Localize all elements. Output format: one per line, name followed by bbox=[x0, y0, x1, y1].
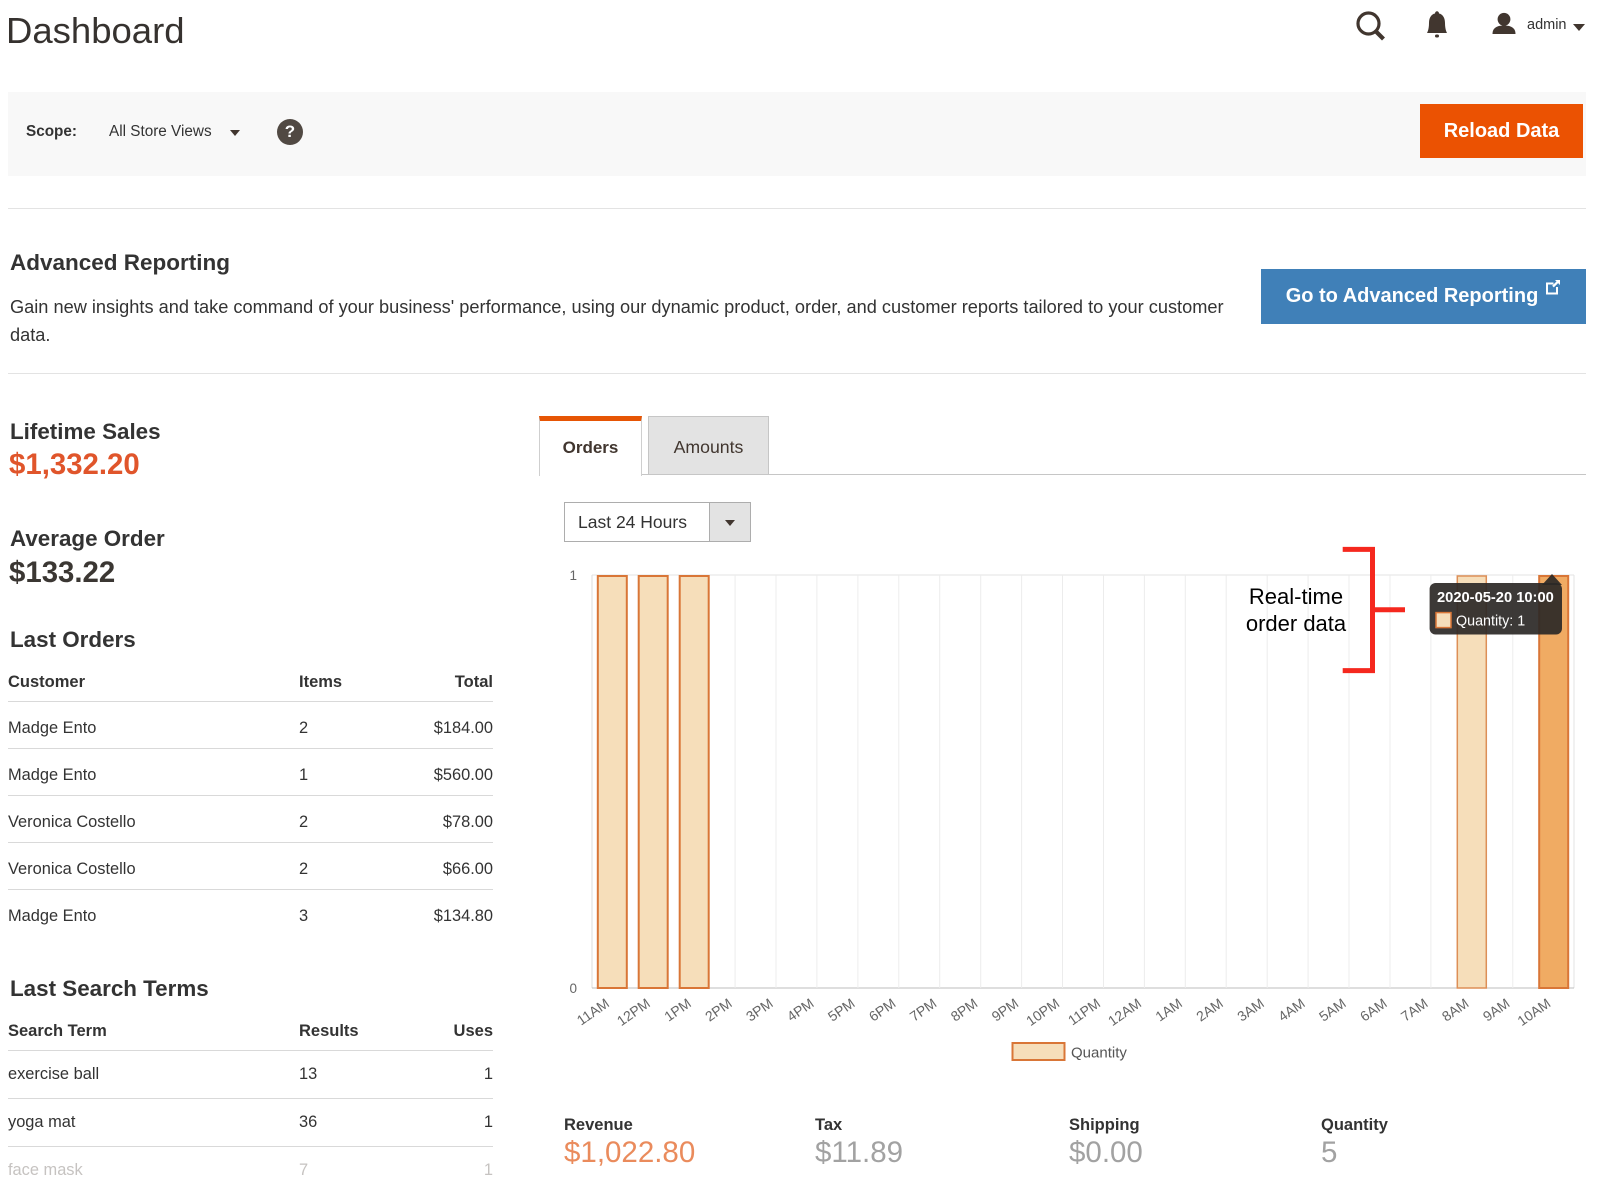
svg-text:1AM: 1AM bbox=[1152, 995, 1185, 1025]
svg-text:10AM: 10AM bbox=[1514, 995, 1553, 1029]
svg-text:9PM: 9PM bbox=[989, 995, 1022, 1025]
svg-text:2020-05-20 10:00: 2020-05-20 10:00 bbox=[1437, 590, 1554, 606]
svg-text:10PM: 10PM bbox=[1023, 995, 1062, 1029]
svg-text:Quantity: 1: Quantity: 1 bbox=[1456, 614, 1525, 630]
svg-text:4PM: 4PM bbox=[784, 995, 817, 1025]
svg-text:Real-time: Real-time bbox=[1249, 584, 1343, 609]
svg-text:0: 0 bbox=[569, 981, 577, 996]
svg-text:1: 1 bbox=[569, 568, 577, 583]
svg-text:12AM: 12AM bbox=[1105, 995, 1144, 1029]
svg-text:8AM: 8AM bbox=[1439, 995, 1472, 1025]
svg-text:7PM: 7PM bbox=[907, 995, 940, 1025]
svg-text:6AM: 6AM bbox=[1357, 995, 1390, 1025]
svg-text:order data: order data bbox=[1246, 611, 1347, 636]
svg-text:4AM: 4AM bbox=[1275, 995, 1308, 1025]
svg-text:5AM: 5AM bbox=[1316, 995, 1349, 1025]
svg-text:1PM: 1PM bbox=[661, 995, 694, 1025]
svg-text:11AM: 11AM bbox=[574, 995, 612, 1028]
svg-text:12PM: 12PM bbox=[614, 995, 653, 1029]
svg-text:3AM: 3AM bbox=[1234, 995, 1267, 1025]
svg-text:11PM: 11PM bbox=[1065, 995, 1103, 1028]
svg-text:7AM: 7AM bbox=[1398, 995, 1431, 1025]
svg-text:Quantity: Quantity bbox=[1071, 1045, 1127, 1062]
svg-text:2PM: 2PM bbox=[702, 995, 735, 1025]
svg-text:8PM: 8PM bbox=[948, 995, 981, 1025]
svg-text:5PM: 5PM bbox=[825, 995, 858, 1025]
svg-text:3PM: 3PM bbox=[743, 995, 776, 1025]
svg-text:6PM: 6PM bbox=[866, 995, 899, 1025]
svg-text:2AM: 2AM bbox=[1193, 995, 1226, 1025]
svg-text:9AM: 9AM bbox=[1480, 995, 1513, 1025]
